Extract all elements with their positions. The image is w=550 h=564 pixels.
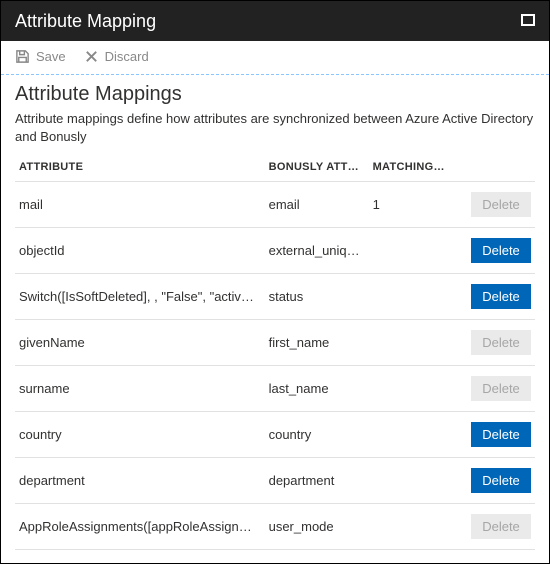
discard-button[interactable]: Discard <box>84 49 149 64</box>
delete-button[interactable]: Delete <box>471 422 531 447</box>
add-mapping-label: Add New Mapping <box>15 550 535 563</box>
cell-bonusly: country <box>265 412 369 458</box>
delete-button[interactable]: Delete <box>471 284 531 309</box>
cell-matching <box>369 320 452 366</box>
cell-matching <box>369 228 452 274</box>
close-icon <box>84 49 99 64</box>
table-row[interactable]: AppRoleAssignments([appRoleAssignments])… <box>15 504 535 550</box>
delete-button: Delete <box>471 376 531 401</box>
cell-attribute: AppRoleAssignments([appRoleAssignments]) <box>15 504 265 550</box>
cell-bonusly: department <box>265 458 369 504</box>
cell-bonusly: status <box>265 274 369 320</box>
delete-button: Delete <box>471 514 531 539</box>
cell-attribute: objectId <box>15 228 265 274</box>
cell-bonusly: last_name <box>265 366 369 412</box>
discard-label: Discard <box>105 49 149 64</box>
maximize-icon[interactable] <box>521 14 535 29</box>
col-matching: MATCHING … <box>369 155 452 182</box>
table-row[interactable]: departmentdepartment Delete <box>15 458 535 504</box>
col-attribute: ATTRIBUTE <box>15 155 265 182</box>
save-label: Save <box>36 49 66 64</box>
panel-body: Attribute Mappings Attribute mappings de… <box>1 75 549 563</box>
table-row[interactable]: countrycountry Delete <box>15 412 535 458</box>
cell-bonusly: email <box>265 182 369 228</box>
cell-bonusly: user_mode <box>265 504 369 550</box>
titlebar: Attribute Mapping <box>1 1 549 41</box>
save-button[interactable]: Save <box>15 49 66 64</box>
table-row[interactable]: mailemail1 Delete <box>15 182 535 228</box>
table-row[interactable]: objectIdexternal_uniq… Delete <box>15 228 535 274</box>
cell-bonusly: first_name <box>265 320 369 366</box>
table-header-row: ATTRIBUTE BONUSLY ATT… MATCHING … <box>15 155 535 182</box>
window-frame: Attribute Mapping Save Discard Attribute… <box>0 0 550 564</box>
table-row[interactable]: Switch([IsSoftDeleted], , "False", "acti… <box>15 274 535 320</box>
cell-matching <box>369 274 452 320</box>
cell-action: Delete <box>452 412 535 458</box>
cell-action: Delete <box>452 320 535 366</box>
cell-attribute: Switch([IsSoftDeleted], , "False", "acti… <box>15 274 265 320</box>
page-title: Attribute Mapping <box>15 11 156 32</box>
add-mapping-row[interactable]: Add New Mapping <box>15 550 535 563</box>
cell-attribute: country <box>15 412 265 458</box>
cell-action: Delete <box>452 504 535 550</box>
cell-action: Delete <box>452 274 535 320</box>
table-row[interactable]: givenNamefirst_name Delete <box>15 320 535 366</box>
cell-matching: 1 <box>369 182 452 228</box>
cell-attribute: surname <box>15 366 265 412</box>
delete-button[interactable]: Delete <box>471 468 531 493</box>
cell-action: Delete <box>452 228 535 274</box>
cell-attribute: department <box>15 458 265 504</box>
delete-button[interactable]: Delete <box>471 238 531 263</box>
toolbar: Save Discard <box>1 41 549 75</box>
delete-button: Delete <box>471 330 531 355</box>
cell-bonusly: external_uniq… <box>265 228 369 274</box>
delete-button: Delete <box>471 192 531 217</box>
section-heading: Attribute Mappings <box>15 83 535 106</box>
cell-action: Delete <box>452 458 535 504</box>
cell-matching <box>369 504 452 550</box>
section-description: Attribute mappings define how attributes… <box>15 110 535 145</box>
cell-matching <box>369 366 452 412</box>
col-bonusly: BONUSLY ATT… <box>265 155 369 182</box>
cell-matching <box>369 412 452 458</box>
cell-attribute: givenName <box>15 320 265 366</box>
cell-action: Delete <box>452 366 535 412</box>
cell-attribute: mail <box>15 182 265 228</box>
save-icon <box>15 49 30 64</box>
mappings-table: ATTRIBUTE BONUSLY ATT… MATCHING … mailem… <box>15 155 535 563</box>
table-row[interactable]: surnamelast_name Delete <box>15 366 535 412</box>
cell-action: Delete <box>452 182 535 228</box>
cell-matching <box>369 458 452 504</box>
